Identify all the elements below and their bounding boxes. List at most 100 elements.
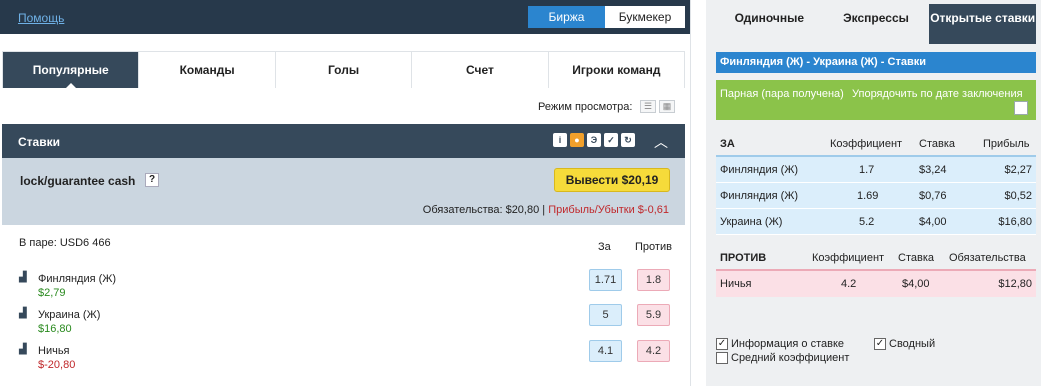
avg-odds-checkbox[interactable] <box>716 352 728 364</box>
bet-profit: $2,27 <box>1004 164 1032 176</box>
selection-name: Финляндия (Ж) <box>38 273 117 285</box>
bet-selection: Финляндия (Ж) <box>720 190 799 202</box>
bet-info-label: Информация о ставке <box>731 338 845 350</box>
view-mode-label: Режим просмотра: <box>538 101 633 113</box>
bet-profit: $16,80 <box>998 216 1032 228</box>
back-bets-header: ЗА Коэффициент Ставка Прибыль <box>716 131 1036 157</box>
bet-odds: 1.7 <box>859 164 875 176</box>
chart-icon[interactable]: ▟ <box>19 273 31 283</box>
selection-row: ▟ Ничья $-20,80 4.1 4.2 <box>19 340 679 377</box>
help-badge[interactable]: ? <box>145 173 159 187</box>
lay-bet-row: Ничья 4.2 $4,00 $12,80 <box>716 271 1036 297</box>
selection-pl: $-20,80 <box>38 359 76 371</box>
liability-line: Обязательства: $20,80 | Прибыль/Убытки $… <box>423 204 669 216</box>
profit-loss-text: Прибыль/Убытки $-0,61 <box>548 204 669 216</box>
view-mode-switch: ☰ ▦ <box>640 100 675 113</box>
info-icon[interactable]: i <box>553 133 567 147</box>
summary-checkbox[interactable]: ✓ <box>874 338 886 350</box>
liability-text: Обязательства: $20,80 <box>422 204 540 216</box>
tab-score[interactable]: Счет <box>412 52 549 88</box>
selection-pl: $2,79 <box>38 287 66 299</box>
sort-by-date-checkbox[interactable] <box>1014 101 1028 115</box>
stake-header: Ставка <box>898 252 934 264</box>
selection-row: ▟ Финляндия (Ж) $2,79 1.71 1.8 <box>19 269 679 305</box>
cashout-button[interactable]: Вывести $20,19 <box>554 168 670 192</box>
bet-info-option[interactable]: ✓ Информация о ставке <box>716 338 844 350</box>
tab-singles[interactable]: Одиночные <box>716 4 823 44</box>
bet-profit: $0,52 <box>1004 190 1032 202</box>
lay-column-header: Против <box>635 241 672 253</box>
lay-odds-button[interactable]: 4.2 <box>637 340 670 362</box>
bet-odds: 4.2 <box>841 278 857 290</box>
avg-odds-label: Средний коэффициент <box>731 352 850 364</box>
grid-view-icon[interactable]: ▦ <box>659 100 675 113</box>
back-header-label: ЗА <box>720 138 735 150</box>
tab-popular[interactable]: Популярные <box>3 52 140 89</box>
bet-selection: Ничья <box>720 278 752 290</box>
summary-option[interactable]: ✓ Сводный <box>874 338 935 350</box>
bet-stake: $3,24 <box>919 164 947 176</box>
lay-odds-button[interactable]: 1.8 <box>637 269 670 291</box>
stake-header: Ставка <box>919 138 955 150</box>
bets-panel-header: Ставки i ● Э ✓ ↻ ︿ <box>2 124 685 158</box>
back-bets-table: ЗА Коэффициент Ставка Прибыль Финляндия … <box>716 131 1036 235</box>
sort-by-date-label: Упорядочить по дате заключения <box>852 88 1023 100</box>
paired-filter[interactable]: Парная (пара получена) <box>720 88 844 100</box>
back-column-header: За <box>598 241 611 253</box>
bet-info-checkbox[interactable]: ✓ <box>716 338 728 350</box>
lock-title: lock/guarantee cash <box>20 174 136 188</box>
selection-name: Ничья <box>38 345 70 357</box>
bet-stake: $0,76 <box>919 190 947 202</box>
checkmark-icon[interactable]: ✓ <box>604 133 618 147</box>
cashout-icon[interactable]: ● <box>570 133 584 147</box>
back-odds-button[interactable]: 5 <box>589 304 622 326</box>
summary-label: Сводный <box>889 338 936 350</box>
chart-icon[interactable]: ▟ <box>19 309 31 319</box>
selection-name: Украина (Ж) <box>38 309 101 321</box>
tab-multiples[interactable]: Экспрессы <box>823 4 930 44</box>
bet-stake: $4,00 <box>902 278 930 290</box>
bet-selection: Финляндия (Ж) <box>720 164 799 176</box>
mode-bookmaker-button[interactable]: Букмекер <box>605 6 685 28</box>
tab-goals[interactable]: Голы <box>275 52 413 88</box>
mode-toggle: Биржа ставок Букмекер <box>528 6 685 46</box>
tab-teams[interactable]: Команды <box>139 52 276 88</box>
help-link[interactable]: Помощь <box>18 11 64 25</box>
lay-bets-table: ПРОТИВ Коэффициент Ставка Обязательства … <box>716 245 1036 297</box>
filter-bar: Парная (пара получена) Упорядочить по да… <box>716 80 1036 120</box>
betslip-panel: Одиночные Экспрессы Открытые ставки Финл… <box>706 0 1041 386</box>
lay-bets-header: ПРОТИВ Коэффициент Ставка Обязательства <box>716 245 1036 271</box>
bets-panel-title: Ставки <box>18 135 60 149</box>
tab-team-players[interactable]: Игроки команд <box>548 52 685 88</box>
back-odds-button[interactable]: 4.1 <box>589 340 622 362</box>
lay-odds-button[interactable]: 5.9 <box>637 304 670 326</box>
lay-header-label: ПРОТИВ <box>720 252 767 264</box>
paired-amount: В паре: USD6 466 <box>19 237 111 249</box>
profit-header: Прибыль <box>983 138 1030 150</box>
back-bet-row: Финляндия (Ж) 1.7 $3,24 $2,27 <box>716 157 1036 183</box>
betslip-tabs: Одиночные Экспрессы Открытые ставки <box>716 4 1037 44</box>
avg-odds-option[interactable]: Средний коэффициент <box>716 352 849 364</box>
match-title: Финляндия (Ж) - Украина (Ж) - Ставки <box>716 52 1036 73</box>
liability-header: Обязательства <box>949 252 1026 264</box>
odds-header: Коэффициент <box>830 138 903 150</box>
bet-liability: $12,80 <box>998 278 1032 290</box>
column-divider <box>690 0 691 386</box>
bet-selection: Украина (Ж) <box>720 216 783 228</box>
selection-pl: $16,80 <box>38 323 72 335</box>
odds-header: Коэффициент <box>812 252 885 264</box>
back-bet-row: Финляндия (Ж) 1.69 $0,76 $0,52 <box>716 183 1036 209</box>
chart-icon[interactable]: ▟ <box>19 345 31 355</box>
refresh-icon[interactable]: ↻ <box>621 133 635 147</box>
market-tabs: Популярные Команды Голы Счет Игроки кома… <box>2 51 685 89</box>
list-view-icon[interactable]: ☰ <box>640 100 656 113</box>
back-bet-row: Украина (Ж) 5.2 $4,00 $16,80 <box>716 209 1036 235</box>
bet-odds: 5.2 <box>859 216 875 228</box>
euro-icon[interactable]: Э <box>587 133 601 147</box>
mode-exchange-button[interactable]: Биржа ставок <box>528 6 605 46</box>
separator: | <box>542 204 546 216</box>
collapse-chevron-icon[interactable]: ︿ <box>654 132 668 152</box>
bet-stake: $4,00 <box>919 216 947 228</box>
back-odds-button[interactable]: 1.71 <box>589 269 622 291</box>
tab-open-bets[interactable]: Открытые ставки <box>929 4 1037 44</box>
